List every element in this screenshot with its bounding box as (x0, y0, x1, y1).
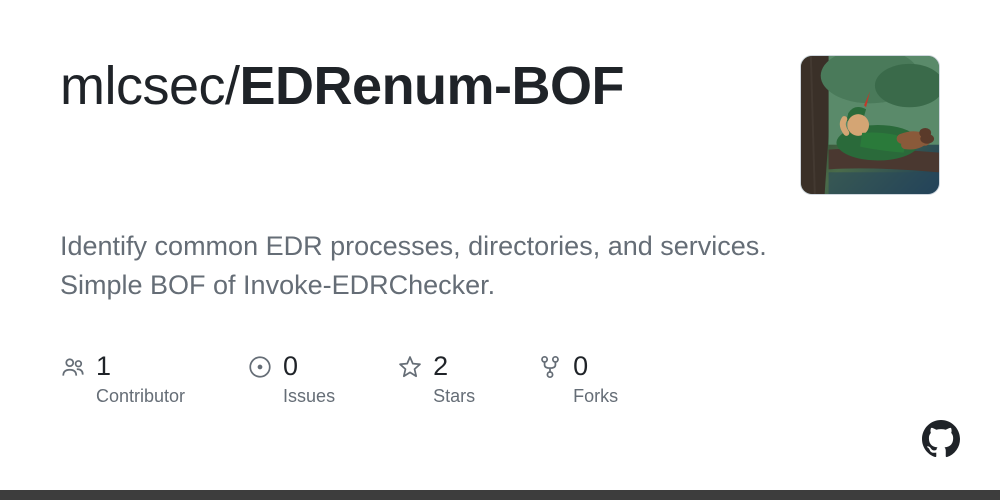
stat-label: Forks (573, 386, 618, 407)
stat-label: Contributor (96, 386, 185, 407)
stat-value: 1 (96, 351, 111, 382)
title-block: mlcsec/EDRenum-BOF (60, 55, 800, 117)
stat-top: 1 (60, 351, 185, 382)
header-row: mlcsec/EDRenum-BOF (60, 55, 940, 195)
repo-title[interactable]: mlcsec/EDRenum-BOF (60, 55, 770, 117)
stat-label: Stars (433, 386, 475, 407)
footer-bar (0, 490, 1000, 500)
stat-top: 0 (537, 351, 618, 382)
stat-value: 2 (433, 351, 448, 382)
stats-row: 1 Contributor 0 Issues 2 Stars (60, 351, 940, 407)
stat-label: Issues (283, 386, 335, 407)
stat-stars[interactable]: 2 Stars (397, 351, 475, 407)
star-icon (397, 354, 423, 380)
stat-value: 0 (573, 351, 588, 382)
repo-separator: / (225, 56, 240, 116)
avatar[interactable] (800, 55, 940, 195)
repo-owner: mlcsec (60, 56, 225, 116)
github-icon[interactable] (922, 420, 960, 458)
stat-value: 0 (283, 351, 298, 382)
issue-icon (247, 354, 273, 380)
stat-top: 2 (397, 351, 475, 382)
repo-description: Identify common EDR processes, directori… (60, 227, 770, 305)
repo-name: EDRenum-BOF (240, 56, 625, 116)
repo-card: mlcsec/EDRenum-BOF (0, 0, 1000, 500)
fork-icon (537, 354, 563, 380)
stat-top: 0 (247, 351, 335, 382)
stat-issues[interactable]: 0 Issues (247, 351, 335, 407)
stat-contributors[interactable]: 1 Contributor (60, 351, 185, 407)
stat-forks[interactable]: 0 Forks (537, 351, 618, 407)
people-icon (60, 354, 86, 380)
